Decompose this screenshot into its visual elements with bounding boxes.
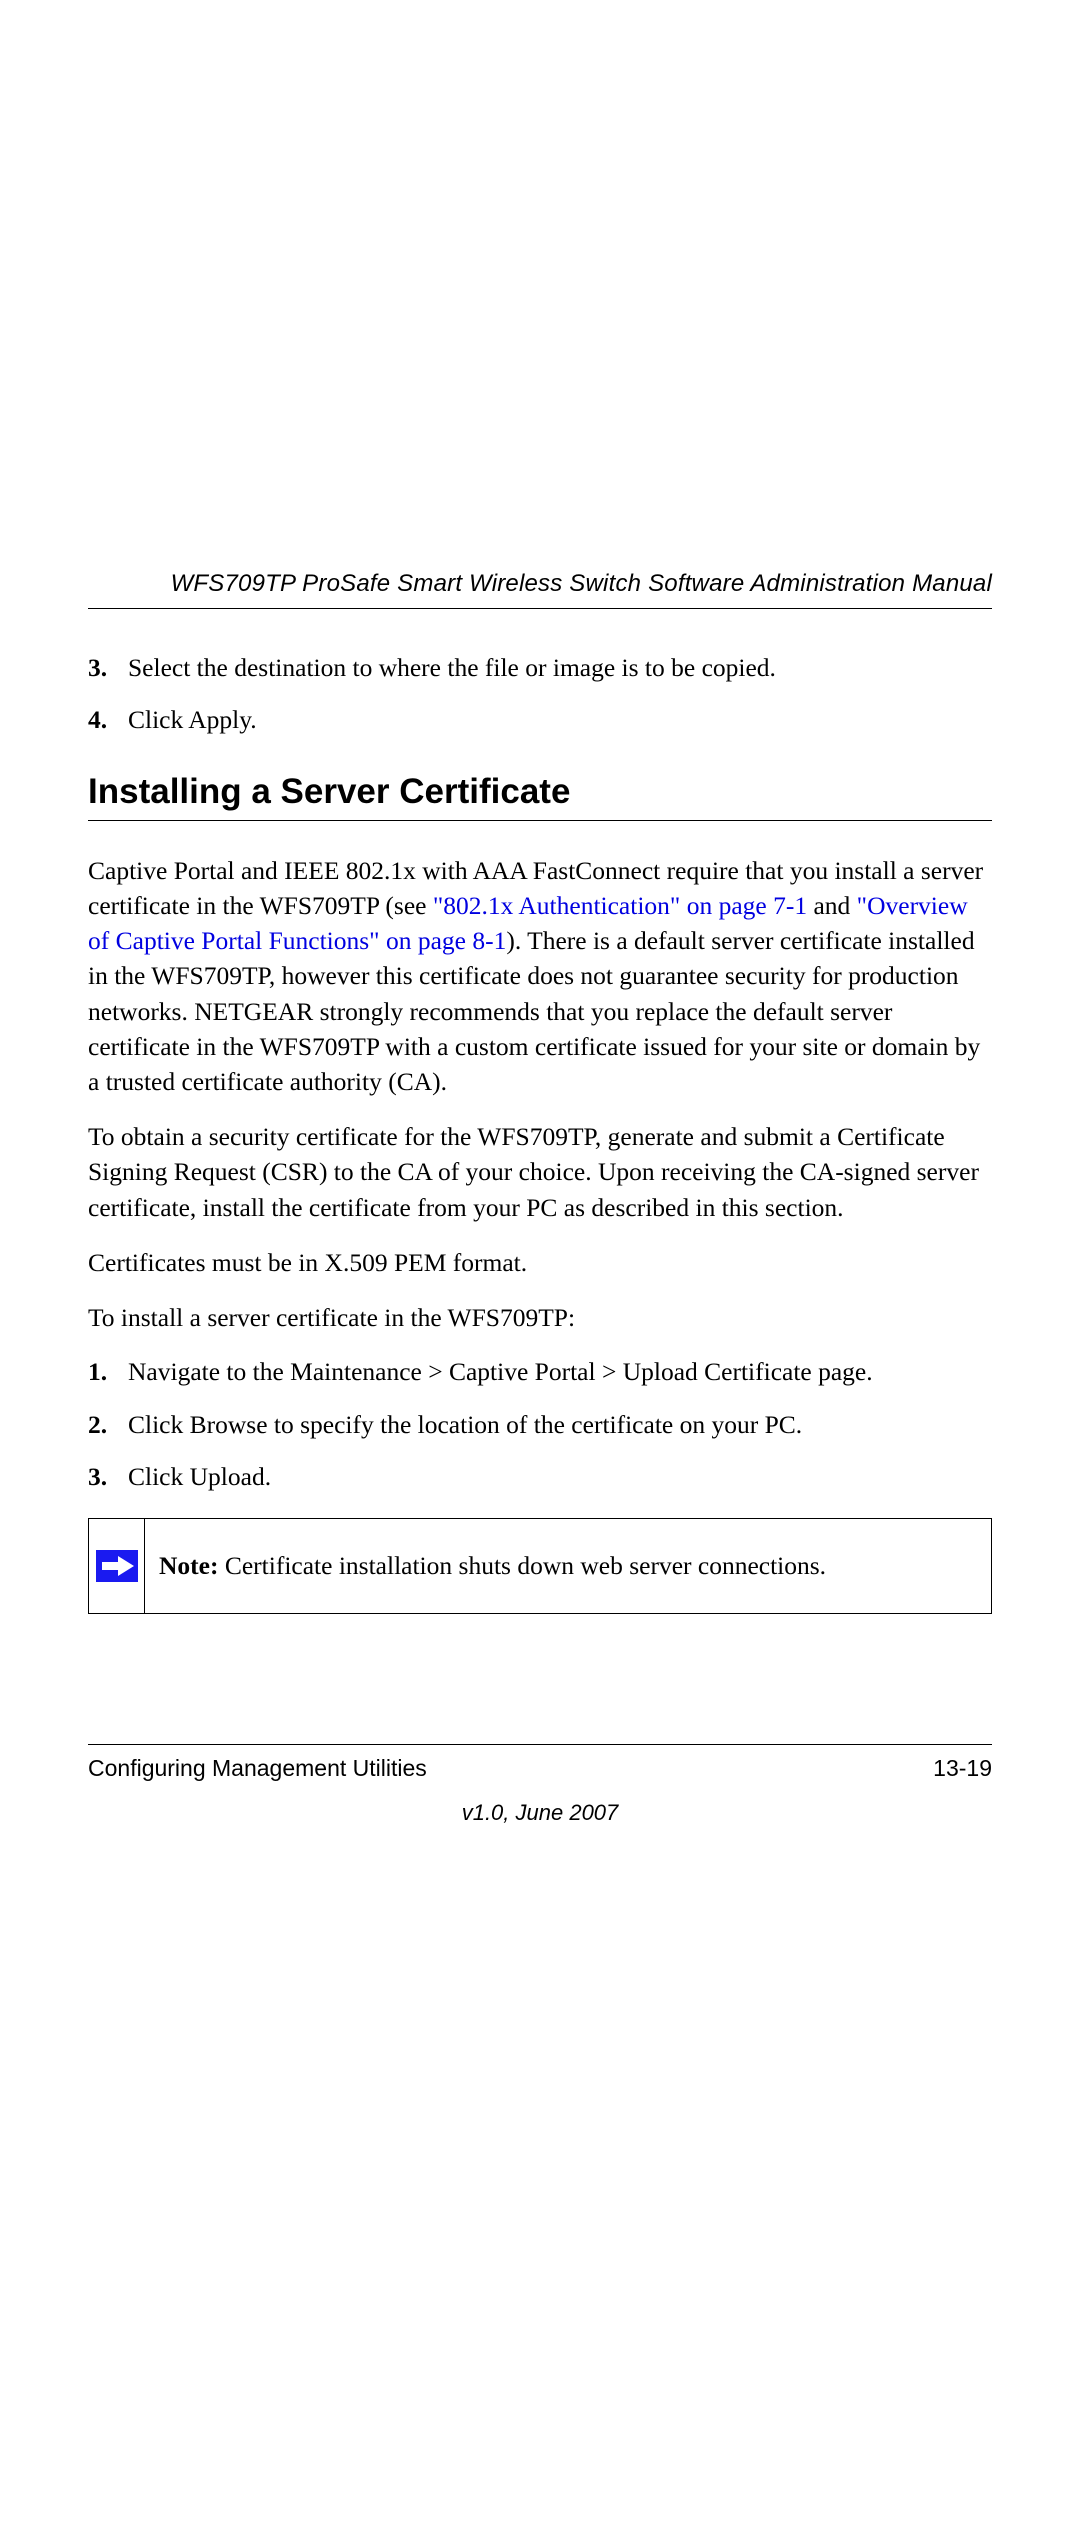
footer-line: Configuring Management Utilities 13-19 [88,1755,992,1782]
page-footer: Configuring Management Utilities 13-19 v… [88,1744,992,1826]
list-text: Navigate to the Maintenance > Captive Po… [128,1355,873,1389]
note-icon-cell [89,1519,145,1613]
header-rule [88,608,992,609]
paragraph: Certificates must be in X.509 PEM format… [88,1245,992,1280]
section-rule [88,820,992,821]
list-number: 3. [88,651,128,685]
footer-rule [88,1744,992,1745]
list-number: 4. [88,703,128,737]
document-page: WFS709TP ProSafe Smart Wireless Switch S… [0,0,1080,2532]
manual-title: WFS709TP ProSafe Smart Wireless Switch S… [88,570,992,598]
list-text: Click Upload. [128,1460,271,1494]
note-body: Certificate installation shuts down web … [218,1551,826,1580]
section-heading: Installing a Server Certificate [88,772,992,812]
footer-version: v1.0, June 2007 [88,1800,992,1826]
list-text: Click Apply. [128,703,257,737]
cross-reference-link[interactable]: "802.1x Authentication" on page 7-1 [433,891,807,920]
arrow-right-icon [96,1550,138,1582]
note-label: Note: [159,1551,218,1580]
paragraph: To obtain a security certificate for the… [88,1119,992,1225]
page-number: 13-19 [933,1755,992,1782]
list-text: Click Browse to specify the location of … [128,1408,802,1442]
list-item: 3. Select the destination to where the f… [88,651,992,685]
text-run: and [807,891,857,920]
paragraph: Captive Portal and IEEE 802.1x with AAA … [88,853,992,1099]
list-item: 2. Click Browse to specify the location … [88,1408,992,1442]
footer-section-name: Configuring Management Utilities [88,1755,427,1782]
note-text: Note: Certificate installation shuts dow… [145,1519,991,1613]
list-item: 3. Click Upload. [88,1460,992,1494]
list-number: 2. [88,1408,128,1442]
list-text: Select the destination to where the file… [128,651,776,685]
list-number: 3. [88,1460,128,1494]
list-item: 1. Navigate to the Maintenance > Captive… [88,1355,992,1389]
note-callout: Note: Certificate installation shuts dow… [88,1518,992,1614]
list-number: 1. [88,1355,128,1389]
list-item: 4. Click Apply. [88,703,992,737]
paragraph: To install a server certificate in the W… [88,1300,992,1335]
